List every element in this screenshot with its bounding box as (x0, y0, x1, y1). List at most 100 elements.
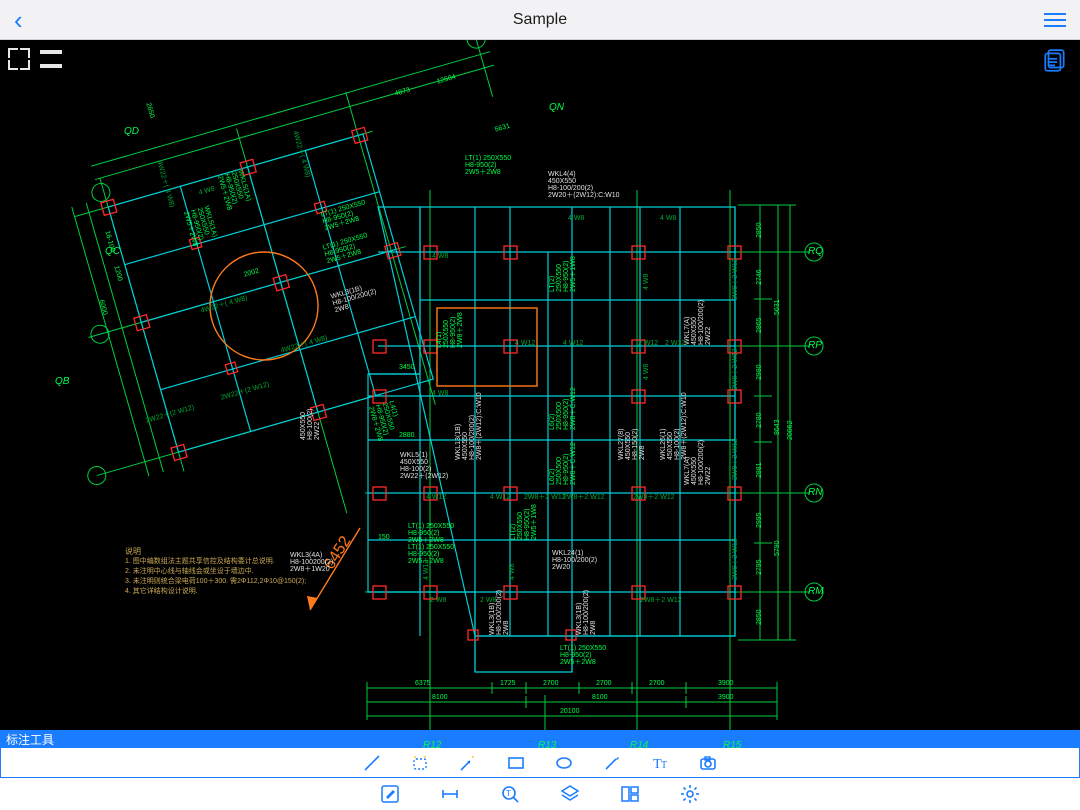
drawing-canvas[interactable]: RQ RP RN RM R12 R13 R14 R15 QD QC QB QN … (0, 40, 1080, 730)
notes-line: 2. 未注明中心线与轴线会或坐设于墙边中. (125, 568, 254, 575)
cloud-tool-icon[interactable] (409, 752, 431, 774)
dim: 8643 (774, 419, 781, 435)
dim: 2850 (756, 222, 763, 238)
beam-tag: L4(1) 250X550 H8-950(2) 2W8＋2W8 (436, 312, 464, 348)
bar-mark: 4 W8 (643, 364, 650, 380)
text-tool-icon[interactable]: TT (649, 752, 671, 774)
bar-mark: 4 W8 (432, 253, 448, 260)
bar-mark: 2W8＋2 W12 (732, 348, 739, 390)
dim: 2795 (756, 559, 763, 575)
back-button[interactable]: ‹ (14, 7, 23, 33)
dim: 2700 (543, 680, 559, 687)
dim: 1725 (500, 680, 516, 687)
layout-tool-icon[interactable] (619, 783, 641, 805)
dim: 2700 (596, 680, 612, 687)
beam-tag: LT(2) 250X550 H8-950(2) 2W5＋1W8 (510, 504, 538, 540)
bar-mark: 2W8＋2 W12 (563, 494, 605, 501)
menu-button[interactable] (1044, 13, 1066, 27)
bar-mark: 2W8＋2 W12 (732, 438, 739, 480)
dim: 2995 (756, 512, 763, 528)
settings-tool-icon[interactable] (679, 783, 701, 805)
measure-tool-icon[interactable] (439, 783, 461, 805)
bar-mark: 4 W12 (515, 340, 535, 347)
beam-spec: WKL3(1B) H8-100/200(2) 2W8 (576, 590, 597, 635)
notes-line: 4. 其它详结构设计说明. (125, 588, 198, 595)
camera-tool-icon[interactable] (697, 752, 719, 774)
notes-line: 1. 图中编数组法主题共享信控及结构委计总说明. (125, 558, 275, 565)
layers-tool-icon[interactable] (559, 783, 581, 805)
beam-spec: 450X550 H8-100(2) 2W22 (300, 408, 321, 440)
dim: 2980 (756, 364, 763, 380)
system-toolbar: T (0, 778, 1080, 810)
dim: 5790 (774, 540, 781, 556)
dim: 150 (378, 534, 390, 541)
bar-mark: 4 W8 (568, 215, 584, 222)
gridline-label: RN (808, 488, 822, 498)
bar-mark: 4 W12 (563, 340, 583, 347)
leader-tool-icon[interactable] (457, 752, 479, 774)
rectangle-tool-icon[interactable] (505, 752, 527, 774)
edit-tool-icon[interactable] (379, 783, 401, 805)
svg-text:T: T (506, 789, 511, 798)
gridline-label: QN (549, 103, 564, 113)
gridline-label: R14 (630, 741, 648, 751)
gridline-label: R13 (538, 741, 556, 751)
bar-mark: 4 W8 (660, 215, 676, 222)
dim: 2746 (756, 269, 763, 285)
ellipse-tool-icon[interactable] (553, 752, 575, 774)
beam-tag: LT(1) 250X550 H8-950(2) 2W5＋2W8 (408, 523, 454, 544)
gridline-label: QD (124, 127, 139, 137)
beam-spec: WKL5(1) 450X550 H8-100(2) 2W22＋(2W12) (400, 452, 448, 480)
svg-text:T: T (661, 760, 667, 771)
annotation-title-label: 标注工具 (6, 731, 54, 748)
bar-mark: 4 W8 (643, 274, 650, 290)
gridline-label: RM (808, 587, 824, 597)
bar-mark: 2 W8 (480, 597, 496, 604)
bar-mark: 4 W12 (423, 560, 430, 580)
bar-mark: 2W8＋2 W12 (732, 538, 739, 580)
dim: 2780 (756, 412, 763, 428)
dim: 6375 (415, 680, 431, 687)
dim: 8100 (432, 694, 448, 701)
dim: 2700 (649, 680, 665, 687)
page-title: Sample (0, 11, 1080, 29)
beam-tag: L6(2) 250X500 H8-950(2) 2W8＋C:W12 (549, 387, 577, 430)
search-tool-icon[interactable]: T (499, 783, 521, 805)
top-nav: ‹ Sample (0, 0, 1080, 40)
dim: 20100 (560, 708, 579, 715)
bar-mark: 2W8＋2 W12 (732, 258, 739, 300)
dim: 3900 (718, 694, 734, 701)
bar-mark: 2 W8 (430, 597, 446, 604)
beam-tag: LT(1) 250X550 H8-950(2) 2W5＋2W8 (465, 155, 511, 176)
bar-mark: 2W8＋2 W12 (524, 494, 566, 501)
beam-tag: LT(2) 250X550 H8-950(2) 2W5＋1W8 (549, 256, 577, 292)
bar-mark: 4 W8 (432, 390, 448, 397)
brush-tool-icon[interactable] (601, 752, 623, 774)
bar-mark: 4 W12 (426, 494, 446, 501)
beam-spec: WKL27(8) 450X550 H8-150(2) 2W8 (618, 428, 646, 460)
beam-tag: LT(1) 250X550 H8-950(2) 2W5＋2W8 (408, 544, 454, 565)
line-tool-icon[interactable] (361, 752, 383, 774)
dim: 2850 (756, 609, 763, 625)
dim: 2881 (756, 462, 763, 478)
bar-mark: 2W8＋2 W12 (640, 597, 682, 604)
beam-spec: WKL7(A) 450X550 H8-100/200(2) 2W22 (684, 300, 712, 345)
dim: 2865 (756, 317, 763, 333)
bar-mark: 2 W12 (665, 340, 685, 347)
beam-spec: WKL24(1) H8-100/200(2) 2W20 (552, 550, 597, 571)
dim: 8100 (592, 694, 608, 701)
dim: 3450 (399, 364, 415, 371)
cad-drawing-layer: RQ RP RN RM R12 R13 R14 R15 QD QC QB QN … (0, 40, 1080, 730)
bar-mark: 2W8＋2 W12 (633, 494, 675, 501)
beam-tag: LT(1) 250X550 H8-950(2) 2W5＋2W8 (560, 645, 606, 666)
gridline-label: R12 (423, 741, 441, 751)
annotation-toolbar: TT (0, 748, 1080, 778)
notes-line: 3. 未注明则统合梁电荷100＋300. 需2Φ112,2Φ10@150(2); (125, 578, 306, 585)
dim: 3900 (718, 680, 734, 687)
bar-mark: 2 W12 (638, 340, 658, 347)
gridline-label: QB (55, 377, 69, 387)
bar-mark: 4 W8 (509, 564, 516, 580)
beam-spec: WKL13(1B) 450X550 H8-100/200(2) 2W8＋(2W1… (455, 392, 483, 460)
dim: 20062 (787, 421, 794, 440)
beam-tag: L6(2) 250X500 H8-950(2) 2W8＋C:W12 (549, 442, 577, 485)
